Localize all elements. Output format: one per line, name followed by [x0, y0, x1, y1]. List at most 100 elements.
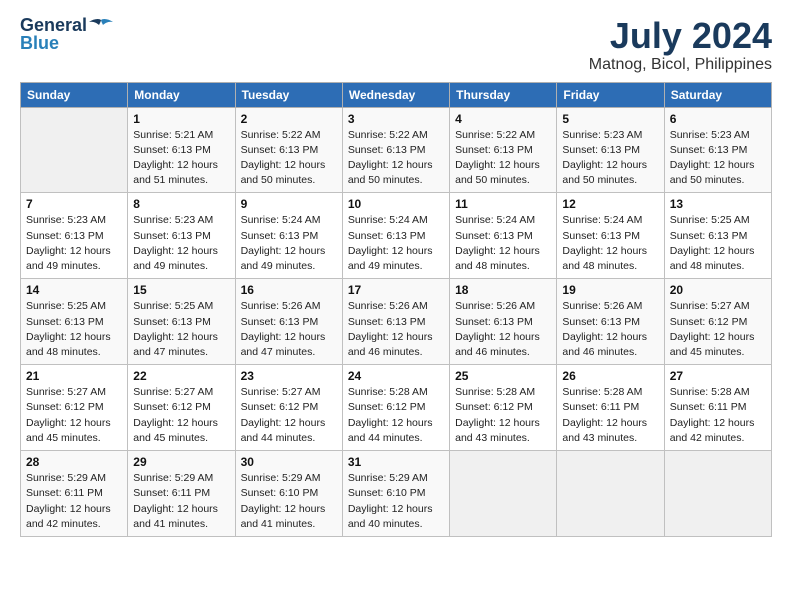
cell-4-1: 29 Sunrise: 5:29 AMSunset: 6:11 PMDaylig…	[128, 451, 235, 537]
day-number: 7	[26, 197, 122, 211]
location-title: Matnog, Bicol, Philippines	[589, 56, 772, 74]
cell-1-0: 7 Sunrise: 5:23 AMSunset: 6:13 PMDayligh…	[21, 193, 128, 279]
day-number: 28	[26, 455, 122, 469]
day-number: 3	[348, 112, 444, 126]
week-row-4: 28 Sunrise: 5:29 AMSunset: 6:11 PMDaylig…	[21, 451, 772, 537]
day-info: Sunrise: 5:25 AMSunset: 6:13 PMDaylight:…	[670, 214, 755, 272]
col-sunday: Sunday	[21, 82, 128, 107]
day-number: 14	[26, 283, 122, 297]
cell-3-6: 27 Sunrise: 5:28 AMSunset: 6:11 PMDaylig…	[664, 365, 771, 451]
cell-4-6	[664, 451, 771, 537]
cell-2-4: 18 Sunrise: 5:26 AMSunset: 6:13 PMDaylig…	[450, 279, 557, 365]
cell-0-2: 2 Sunrise: 5:22 AMSunset: 6:13 PMDayligh…	[235, 107, 342, 193]
col-wednesday: Wednesday	[342, 82, 449, 107]
day-number: 26	[562, 369, 658, 383]
cell-0-4: 4 Sunrise: 5:22 AMSunset: 6:13 PMDayligh…	[450, 107, 557, 193]
day-number: 31	[348, 455, 444, 469]
day-info: Sunrise: 5:27 AMSunset: 6:12 PMDaylight:…	[26, 386, 111, 444]
cell-3-5: 26 Sunrise: 5:28 AMSunset: 6:11 PMDaylig…	[557, 365, 664, 451]
day-number: 30	[241, 455, 337, 469]
day-number: 25	[455, 369, 551, 383]
cell-0-6: 6 Sunrise: 5:23 AMSunset: 6:13 PMDayligh…	[664, 107, 771, 193]
cell-2-6: 20 Sunrise: 5:27 AMSunset: 6:12 PMDaylig…	[664, 279, 771, 365]
cell-4-3: 31 Sunrise: 5:29 AMSunset: 6:10 PMDaylig…	[342, 451, 449, 537]
day-info: Sunrise: 5:27 AMSunset: 6:12 PMDaylight:…	[670, 300, 755, 358]
cell-2-2: 16 Sunrise: 5:26 AMSunset: 6:13 PMDaylig…	[235, 279, 342, 365]
cell-2-0: 14 Sunrise: 5:25 AMSunset: 6:13 PMDaylig…	[21, 279, 128, 365]
day-info: Sunrise: 5:22 AMSunset: 6:13 PMDaylight:…	[348, 129, 433, 187]
day-number: 11	[455, 197, 551, 211]
day-number: 24	[348, 369, 444, 383]
day-number: 18	[455, 283, 551, 297]
day-number: 2	[241, 112, 337, 126]
logo-bird-icon	[89, 18, 113, 32]
cell-1-6: 13 Sunrise: 5:25 AMSunset: 6:13 PMDaylig…	[664, 193, 771, 279]
day-number: 27	[670, 369, 766, 383]
day-number: 22	[133, 369, 229, 383]
day-info: Sunrise: 5:24 AMSunset: 6:13 PMDaylight:…	[562, 214, 647, 272]
day-info: Sunrise: 5:23 AMSunset: 6:13 PMDaylight:…	[133, 214, 218, 272]
day-info: Sunrise: 5:29 AMSunset: 6:11 PMDaylight:…	[26, 472, 111, 530]
day-info: Sunrise: 5:29 AMSunset: 6:10 PMDaylight:…	[241, 472, 326, 530]
cell-1-4: 11 Sunrise: 5:24 AMSunset: 6:13 PMDaylig…	[450, 193, 557, 279]
day-info: Sunrise: 5:24 AMSunset: 6:13 PMDaylight:…	[455, 214, 540, 272]
day-number: 4	[455, 112, 551, 126]
day-info: Sunrise: 5:23 AMSunset: 6:13 PMDaylight:…	[26, 214, 111, 272]
cell-4-5	[557, 451, 664, 537]
cell-4-2: 30 Sunrise: 5:29 AMSunset: 6:10 PMDaylig…	[235, 451, 342, 537]
day-number: 29	[133, 455, 229, 469]
cell-4-4	[450, 451, 557, 537]
week-row-2: 14 Sunrise: 5:25 AMSunset: 6:13 PMDaylig…	[21, 279, 772, 365]
day-number: 5	[562, 112, 658, 126]
cell-2-5: 19 Sunrise: 5:26 AMSunset: 6:13 PMDaylig…	[557, 279, 664, 365]
week-row-0: 1 Sunrise: 5:21 AMSunset: 6:13 PMDayligh…	[21, 107, 772, 193]
cell-2-3: 17 Sunrise: 5:26 AMSunset: 6:13 PMDaylig…	[342, 279, 449, 365]
col-tuesday: Tuesday	[235, 82, 342, 107]
cell-3-3: 24 Sunrise: 5:28 AMSunset: 6:12 PMDaylig…	[342, 365, 449, 451]
month-title: July 2024	[589, 16, 772, 56]
day-info: Sunrise: 5:22 AMSunset: 6:13 PMDaylight:…	[241, 129, 326, 187]
page-container: General Blue July 2024 Matnog, Bicol, Ph…	[0, 0, 792, 547]
day-number: 13	[670, 197, 766, 211]
cell-0-0	[21, 107, 128, 193]
col-thursday: Thursday	[450, 82, 557, 107]
day-number: 12	[562, 197, 658, 211]
cell-1-3: 10 Sunrise: 5:24 AMSunset: 6:13 PMDaylig…	[342, 193, 449, 279]
day-info: Sunrise: 5:23 AMSunset: 6:13 PMDaylight:…	[562, 129, 647, 187]
day-info: Sunrise: 5:26 AMSunset: 6:13 PMDaylight:…	[562, 300, 647, 358]
day-info: Sunrise: 5:29 AMSunset: 6:11 PMDaylight:…	[133, 472, 218, 530]
day-info: Sunrise: 5:24 AMSunset: 6:13 PMDaylight:…	[348, 214, 433, 272]
logo: General Blue	[20, 16, 113, 52]
col-friday: Friday	[557, 82, 664, 107]
day-number: 1	[133, 112, 229, 126]
day-info: Sunrise: 5:28 AMSunset: 6:12 PMDaylight:…	[455, 386, 540, 444]
day-number: 21	[26, 369, 122, 383]
day-info: Sunrise: 5:25 AMSunset: 6:13 PMDaylight:…	[133, 300, 218, 358]
cell-0-1: 1 Sunrise: 5:21 AMSunset: 6:13 PMDayligh…	[128, 107, 235, 193]
day-number: 8	[133, 197, 229, 211]
cell-1-2: 9 Sunrise: 5:24 AMSunset: 6:13 PMDayligh…	[235, 193, 342, 279]
day-info: Sunrise: 5:21 AMSunset: 6:13 PMDaylight:…	[133, 129, 218, 187]
day-number: 20	[670, 283, 766, 297]
cell-3-0: 21 Sunrise: 5:27 AMSunset: 6:12 PMDaylig…	[21, 365, 128, 451]
cell-0-5: 5 Sunrise: 5:23 AMSunset: 6:13 PMDayligh…	[557, 107, 664, 193]
day-info: Sunrise: 5:27 AMSunset: 6:12 PMDaylight:…	[133, 386, 218, 444]
calendar-table: Sunday Monday Tuesday Wednesday Thursday…	[20, 82, 772, 537]
day-info: Sunrise: 5:27 AMSunset: 6:12 PMDaylight:…	[241, 386, 326, 444]
header-row: Sunday Monday Tuesday Wednesday Thursday…	[21, 82, 772, 107]
day-number: 17	[348, 283, 444, 297]
week-row-1: 7 Sunrise: 5:23 AMSunset: 6:13 PMDayligh…	[21, 193, 772, 279]
header: General Blue July 2024 Matnog, Bicol, Ph…	[20, 16, 772, 74]
cell-4-0: 28 Sunrise: 5:29 AMSunset: 6:11 PMDaylig…	[21, 451, 128, 537]
day-info: Sunrise: 5:28 AMSunset: 6:11 PMDaylight:…	[670, 386, 755, 444]
col-monday: Monday	[128, 82, 235, 107]
cell-1-1: 8 Sunrise: 5:23 AMSunset: 6:13 PMDayligh…	[128, 193, 235, 279]
cell-1-5: 12 Sunrise: 5:24 AMSunset: 6:13 PMDaylig…	[557, 193, 664, 279]
day-info: Sunrise: 5:24 AMSunset: 6:13 PMDaylight:…	[241, 214, 326, 272]
cell-3-2: 23 Sunrise: 5:27 AMSunset: 6:12 PMDaylig…	[235, 365, 342, 451]
day-info: Sunrise: 5:23 AMSunset: 6:13 PMDaylight:…	[670, 129, 755, 187]
day-number: 6	[670, 112, 766, 126]
col-saturday: Saturday	[664, 82, 771, 107]
day-info: Sunrise: 5:28 AMSunset: 6:11 PMDaylight:…	[562, 386, 647, 444]
day-number: 10	[348, 197, 444, 211]
